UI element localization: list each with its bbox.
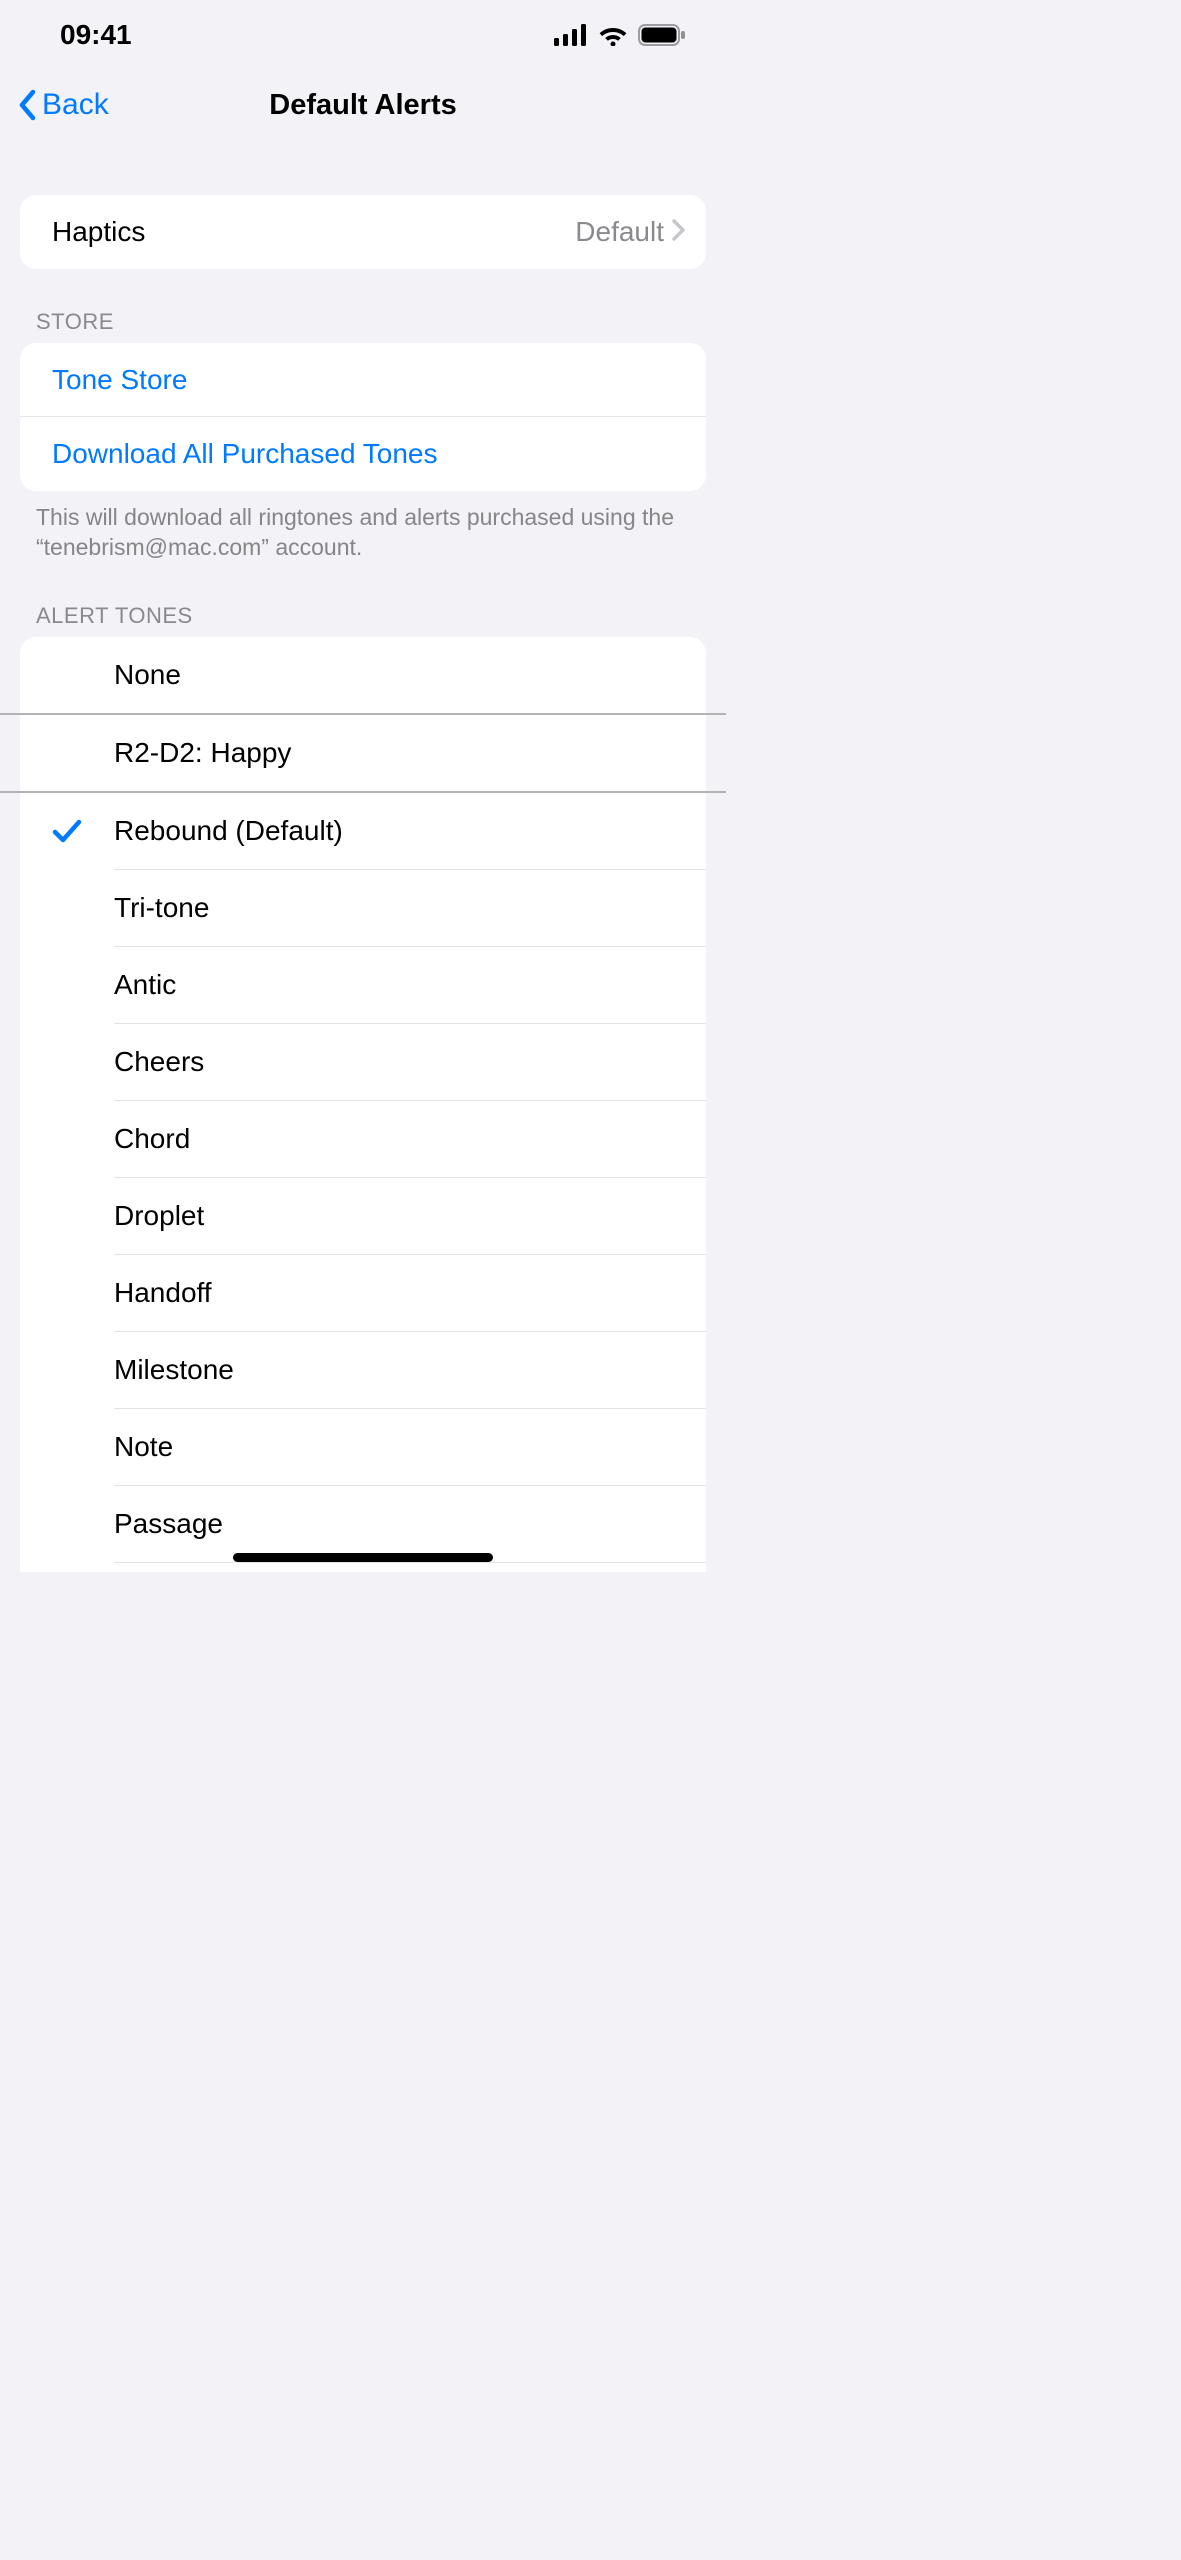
tone-store-label: Tone Store — [52, 364, 686, 396]
haptics-row[interactable]: Haptics Default — [20, 195, 706, 269]
tone-row[interactable]: Portal — [20, 1563, 706, 1572]
tone-label: Handoff — [114, 1255, 706, 1332]
tone-label: Portal — [114, 1563, 706, 1572]
status-bar: 09:41 — [0, 0, 726, 70]
status-time: 09:41 — [60, 19, 132, 51]
tone-label: Chord — [114, 1101, 706, 1178]
tone-label: Droplet — [114, 1178, 706, 1255]
alert-tones-group: NoneR2-D2: HappyRebound (Default)Tri-ton… — [20, 637, 706, 1572]
tone-row[interactable]: Antic — [20, 947, 706, 1024]
cellular-icon — [554, 24, 588, 46]
home-indicator — [233, 1553, 493, 1562]
haptics-value: Default — [575, 216, 664, 248]
tone-row[interactable]: Chord — [20, 1101, 706, 1178]
chevron-right-icon — [672, 216, 686, 248]
tone-row[interactable]: Passage — [20, 1486, 706, 1563]
store-header: STORE — [36, 309, 690, 335]
screen: 09:41 Back Default Alerts Haptics — [0, 0, 726, 1572]
tone-label: R2-D2: Happy — [114, 715, 706, 791]
wifi-icon — [598, 24, 628, 46]
tone-label: Passage — [114, 1486, 706, 1563]
back-label: Back — [42, 88, 109, 122]
store-footer: This will download all ringtones and ale… — [36, 503, 690, 563]
tone-row[interactable]: Cheers — [20, 1024, 706, 1101]
haptics-group: Haptics Default — [20, 195, 706, 269]
haptics-label: Haptics — [52, 216, 575, 248]
download-all-label: Download All Purchased Tones — [52, 438, 686, 470]
content: Haptics Default STORE Tone Store Downloa… — [0, 195, 726, 1572]
back-button[interactable]: Back — [18, 88, 109, 122]
tone-label: Tri-tone — [114, 870, 706, 947]
chevron-left-icon — [18, 89, 38, 121]
checkmark-icon — [20, 818, 114, 844]
page-title: Default Alerts — [269, 89, 456, 122]
tone-row[interactable]: None — [20, 637, 706, 713]
tone-row[interactable]: Droplet — [20, 1178, 706, 1255]
tone-row[interactable]: Rebound (Default) — [20, 793, 706, 870]
tone-row[interactable]: Handoff — [20, 1255, 706, 1332]
tone-label: Antic — [114, 947, 706, 1024]
status-icons — [554, 24, 686, 46]
tone-row[interactable]: R2-D2: Happy — [20, 715, 706, 791]
tone-row[interactable]: Milestone — [20, 1332, 706, 1409]
battery-icon — [638, 24, 686, 46]
download-all-row[interactable]: Download All Purchased Tones — [20, 417, 706, 491]
tone-row[interactable]: Tri-tone — [20, 870, 706, 947]
nav-bar: Back Default Alerts — [0, 70, 726, 140]
tone-label: Rebound (Default) — [114, 793, 706, 870]
tone-label: Note — [114, 1409, 706, 1486]
tone-store-row[interactable]: Tone Store — [20, 343, 706, 417]
tone-label: Milestone — [114, 1332, 706, 1409]
store-group: Tone Store Download All Purchased Tones — [20, 343, 706, 491]
tone-row[interactable]: Note — [20, 1409, 706, 1486]
tone-label: Cheers — [114, 1024, 706, 1101]
tone-label: None — [114, 637, 706, 713]
alert-tones-header: ALERT TONES — [36, 603, 690, 629]
